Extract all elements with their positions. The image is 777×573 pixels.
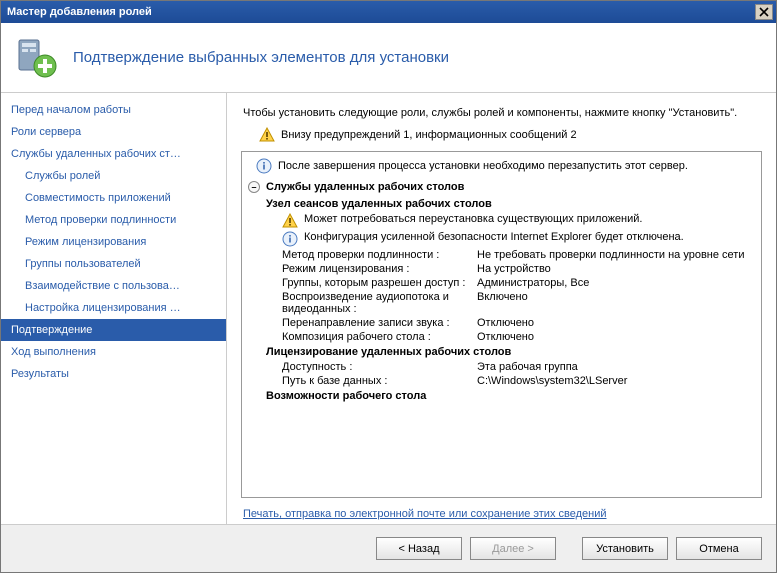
cancel-button[interactable]: Отмена [676, 537, 762, 560]
close-button[interactable] [755, 4, 773, 20]
info-icon [256, 158, 272, 174]
header: Подтверждение выбранных элементов для ус… [1, 23, 776, 93]
msg-reinstall-warning: Может потребоваться переустановка сущест… [242, 212, 761, 230]
page-title: Подтверждение выбранных элементов для ус… [73, 49, 449, 66]
export-link-row: Печать, отправка по электронной почте ил… [241, 498, 762, 524]
intro-text: Чтобы установить следующие роли, службы … [243, 107, 762, 119]
warning-summary-text: Внизу предупреждений 1, информационных с… [281, 129, 577, 141]
nav-before-start[interactable]: Перед началом работы [1, 99, 226, 121]
nav-app-compat[interactable]: Совместимость приложений [1, 187, 226, 209]
nav-confirmation[interactable]: Подтверждение [1, 319, 226, 341]
nav-progress[interactable]: Ход выполнения [1, 341, 226, 363]
close-icon [759, 7, 769, 17]
details-box: После завершения процесса установки необ… [241, 151, 762, 498]
kv-groups: Группы, которым разрешен доступ :Админис… [242, 276, 761, 290]
nav-rds[interactable]: Службы удаленных рабочих ст… [1, 143, 226, 165]
wizard-icon [15, 36, 59, 80]
msg-ie-esc-info: Конфигурация усиленной безопасности Inte… [242, 230, 761, 248]
nav-user-groups[interactable]: Группы пользователей [1, 253, 226, 275]
warning-icon [259, 127, 275, 143]
kv-audio-redirect: Перенаправление записи звука :Отключено [242, 316, 761, 330]
kv-auth-method: Метод проверки подлинности :Не требовать… [242, 248, 761, 262]
section-rds[interactable]: – Службы удаленных рабочих столов [242, 178, 761, 196]
nav-user-interaction[interactable]: Взаимодействие с пользова… [1, 275, 226, 297]
kv-licensing-mode: Режим лицензирования :На устройство [242, 262, 761, 276]
nav-server-roles[interactable]: Роли сервера [1, 121, 226, 143]
footer: < Назад Далее > Установить Отмена [1, 524, 776, 572]
nav-auth-method[interactable]: Метод проверки подлинности [1, 209, 226, 231]
sidebar: Перед началом работы Роли сервера Службы… [1, 93, 227, 524]
export-link[interactable]: Печать, отправка по электронной почте ил… [243, 508, 607, 520]
restart-notice: После завершения процесса установки необ… [242, 156, 761, 178]
sub-desktop-experience: Возможности рабочего стола [242, 388, 761, 404]
nav-licensing-mode[interactable]: Режим лицензирования [1, 231, 226, 253]
kv-db-path: Путь к базе данных :C:\Windows\system32\… [242, 374, 761, 388]
kv-availability: Доступность :Эта рабочая группа [242, 360, 761, 374]
collapse-icon: – [248, 181, 260, 193]
install-button[interactable]: Установить [582, 537, 668, 560]
back-button[interactable]: < Назад [376, 537, 462, 560]
kv-av-playback: Воспроизведение аудиопотока и видеоданны… [242, 290, 761, 316]
warning-icon [282, 213, 298, 229]
titlebar: Мастер добавления ролей [1, 1, 776, 23]
nav-licensing-config[interactable]: Настройка лицензирования … [1, 297, 226, 319]
window-title: Мастер добавления ролей [7, 6, 755, 18]
wizard-window: Мастер добавления ролей Подтверждение вы… [0, 0, 777, 573]
sub-session-host: Узел сеансов удаленных рабочих столов [242, 196, 761, 212]
info-icon [282, 231, 298, 247]
body: Перед началом работы Роли сервера Службы… [1, 93, 776, 524]
next-button: Далее > [470, 537, 556, 560]
warning-summary: Внизу предупреждений 1, информационных с… [259, 127, 762, 143]
kv-desktop-composition: Композиция рабочего стола :Отключено [242, 330, 761, 344]
sub-licensing: Лицензирование удаленных рабочих столов [242, 344, 761, 360]
content-pane: Чтобы установить следующие роли, службы … [227, 93, 776, 524]
nav-results[interactable]: Результаты [1, 363, 226, 385]
nav-role-services[interactable]: Службы ролей [1, 165, 226, 187]
